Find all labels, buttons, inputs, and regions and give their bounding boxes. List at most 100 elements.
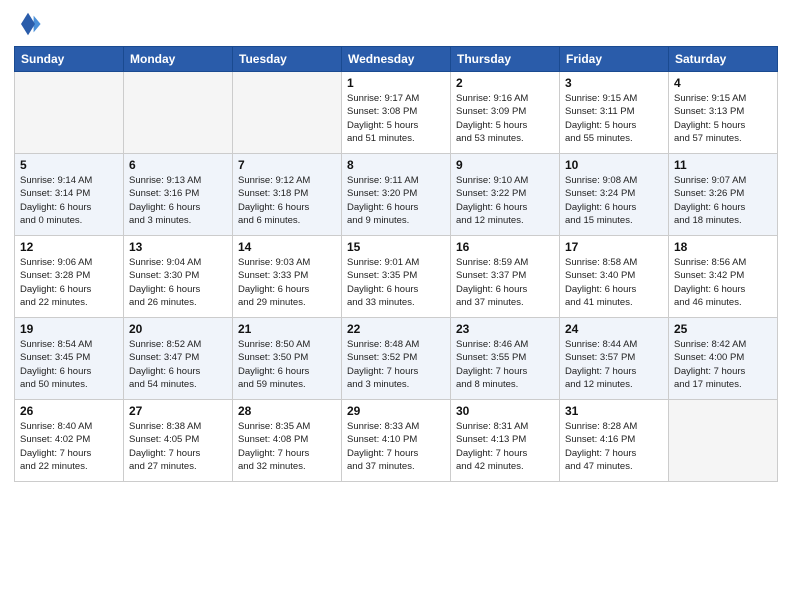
day-cell: 2 Sunrise: 9:16 AM Sunset: 3:09 PM Daylig… [451,72,560,154]
day-info: Sunrise: 8:54 AM Sunset: 3:45 PM Dayligh… [20,338,118,391]
day-info: Sunrise: 9:08 AM Sunset: 3:24 PM Dayligh… [565,174,663,227]
weekday-sunday: Sunday [15,47,124,72]
page: SundayMondayTuesdayWednesdayThursdayFrid… [0,0,792,612]
logo-icon [14,10,42,38]
day-cell: 23 Sunrise: 8:46 AM Sunset: 3:55 PM Dayli… [451,318,560,400]
day-number: 10 [565,158,663,172]
day-number: 19 [20,322,118,336]
day-cell: 3 Sunrise: 9:15 AM Sunset: 3:11 PM Daylig… [560,72,669,154]
day-info: Sunrise: 8:56 AM Sunset: 3:42 PM Dayligh… [674,256,772,309]
weekday-saturday: Saturday [669,47,778,72]
day-cell: 16 Sunrise: 8:59 AM Sunset: 3:37 PM Dayli… [451,236,560,318]
day-number: 21 [238,322,336,336]
day-info: Sunrise: 9:07 AM Sunset: 3:26 PM Dayligh… [674,174,772,227]
week-row-1: 1 Sunrise: 9:17 AM Sunset: 3:08 PM Daylig… [15,72,778,154]
day-info: Sunrise: 8:46 AM Sunset: 3:55 PM Dayligh… [456,338,554,391]
day-info: Sunrise: 8:40 AM Sunset: 4:02 PM Dayligh… [20,420,118,473]
day-number: 9 [456,158,554,172]
day-info: Sunrise: 9:17 AM Sunset: 3:08 PM Dayligh… [347,92,445,145]
day-cell [233,72,342,154]
day-number: 24 [565,322,663,336]
day-info: Sunrise: 9:16 AM Sunset: 3:09 PM Dayligh… [456,92,554,145]
day-cell: 25 Sunrise: 8:42 AM Sunset: 4:00 PM Dayli… [669,318,778,400]
day-cell [669,400,778,482]
day-info: Sunrise: 8:50 AM Sunset: 3:50 PM Dayligh… [238,338,336,391]
day-cell: 10 Sunrise: 9:08 AM Sunset: 3:24 PM Dayli… [560,154,669,236]
day-number: 26 [20,404,118,418]
day-info: Sunrise: 9:12 AM Sunset: 3:18 PM Dayligh… [238,174,336,227]
day-cell: 8Sunrise: 9:11 AM Sunset: 3:20 PM Daylig… [342,154,451,236]
day-cell: 4 Sunrise: 9:15 AM Sunset: 3:13 PM Daylig… [669,72,778,154]
day-number: 25 [674,322,772,336]
day-number: 4 [674,76,772,90]
weekday-friday: Friday [560,47,669,72]
day-info: Sunrise: 9:15 AM Sunset: 3:11 PM Dayligh… [565,92,663,145]
day-cell: 7 Sunrise: 9:12 AM Sunset: 3:18 PM Daylig… [233,154,342,236]
day-number: 7 [238,158,336,172]
day-cell: 9Sunrise: 9:10 AM Sunset: 3:22 PM Daylig… [451,154,560,236]
day-number: 15 [347,240,445,254]
day-cell: 22 Sunrise: 8:48 AM Sunset: 3:52 PM Dayli… [342,318,451,400]
day-cell [124,72,233,154]
day-info: Sunrise: 8:52 AM Sunset: 3:47 PM Dayligh… [129,338,227,391]
weekday-monday: Monday [124,47,233,72]
day-cell: 19 Sunrise: 8:54 AM Sunset: 3:45 PM Dayli… [15,318,124,400]
logo [14,10,46,38]
day-info: Sunrise: 8:44 AM Sunset: 3:57 PM Dayligh… [565,338,663,391]
day-cell: 1 Sunrise: 9:17 AM Sunset: 3:08 PM Daylig… [342,72,451,154]
day-number: 11 [674,158,772,172]
day-info: Sunrise: 8:48 AM Sunset: 3:52 PM Dayligh… [347,338,445,391]
day-number: 2 [456,76,554,90]
day-number: 13 [129,240,227,254]
day-number: 22 [347,322,445,336]
day-info: Sunrise: 8:33 AM Sunset: 4:10 PM Dayligh… [347,420,445,473]
day-info: Sunrise: 9:03 AM Sunset: 3:33 PM Dayligh… [238,256,336,309]
week-row-4: 19 Sunrise: 8:54 AM Sunset: 3:45 PM Dayli… [15,318,778,400]
day-number: 28 [238,404,336,418]
day-number: 27 [129,404,227,418]
day-number: 14 [238,240,336,254]
day-number: 6 [129,158,227,172]
day-number: 23 [456,322,554,336]
day-number: 3 [565,76,663,90]
day-info: Sunrise: 9:01 AM Sunset: 3:35 PM Dayligh… [347,256,445,309]
day-cell: 15 Sunrise: 9:01 AM Sunset: 3:35 PM Dayli… [342,236,451,318]
day-cell: 27Sunrise: 8:38 AM Sunset: 4:05 PM Dayli… [124,400,233,482]
day-cell: 26 Sunrise: 8:40 AM Sunset: 4:02 PM Dayli… [15,400,124,482]
day-cell: 17Sunrise: 8:58 AM Sunset: 3:40 PM Dayli… [560,236,669,318]
day-cell: 5Sunrise: 9:14 AM Sunset: 3:14 PM Daylig… [15,154,124,236]
day-cell: 30 Sunrise: 8:31 AM Sunset: 4:13 PM Dayli… [451,400,560,482]
day-number: 1 [347,76,445,90]
day-number: 20 [129,322,227,336]
day-cell: 18 Sunrise: 8:56 AM Sunset: 3:42 PM Dayli… [669,236,778,318]
week-row-2: 5Sunrise: 9:14 AM Sunset: 3:14 PM Daylig… [15,154,778,236]
day-cell [15,72,124,154]
day-info: Sunrise: 8:42 AM Sunset: 4:00 PM Dayligh… [674,338,772,391]
day-cell: 24 Sunrise: 8:44 AM Sunset: 3:57 PM Dayli… [560,318,669,400]
day-number: 16 [456,240,554,254]
day-info: Sunrise: 9:04 AM Sunset: 3:30 PM Dayligh… [129,256,227,309]
day-info: Sunrise: 8:31 AM Sunset: 4:13 PM Dayligh… [456,420,554,473]
day-info: Sunrise: 9:11 AM Sunset: 3:20 PM Dayligh… [347,174,445,227]
week-row-5: 26 Sunrise: 8:40 AM Sunset: 4:02 PM Dayli… [15,400,778,482]
day-cell: 11 Sunrise: 9:07 AM Sunset: 3:26 PM Dayli… [669,154,778,236]
day-cell: 20 Sunrise: 8:52 AM Sunset: 3:47 PM Dayli… [124,318,233,400]
weekday-wednesday: Wednesday [342,47,451,72]
day-cell: 28Sunrise: 8:35 AM Sunset: 4:08 PM Dayli… [233,400,342,482]
day-number: 5 [20,158,118,172]
weekday-thursday: Thursday [451,47,560,72]
day-number: 18 [674,240,772,254]
header [14,10,778,38]
day-cell: 31 Sunrise: 8:28 AM Sunset: 4:16 PM Dayli… [560,400,669,482]
day-info: Sunrise: 8:59 AM Sunset: 3:37 PM Dayligh… [456,256,554,309]
day-number: 29 [347,404,445,418]
day-info: Sunrise: 9:13 AM Sunset: 3:16 PM Dayligh… [129,174,227,227]
weekday-tuesday: Tuesday [233,47,342,72]
day-info: Sunrise: 8:28 AM Sunset: 4:16 PM Dayligh… [565,420,663,473]
day-number: 31 [565,404,663,418]
day-cell: 6 Sunrise: 9:13 AM Sunset: 3:16 PM Daylig… [124,154,233,236]
weekday-header-row: SundayMondayTuesdayWednesdayThursdayFrid… [15,47,778,72]
day-info: Sunrise: 9:15 AM Sunset: 3:13 PM Dayligh… [674,92,772,145]
day-number: 30 [456,404,554,418]
calendar: SundayMondayTuesdayWednesdayThursdayFrid… [14,46,778,482]
